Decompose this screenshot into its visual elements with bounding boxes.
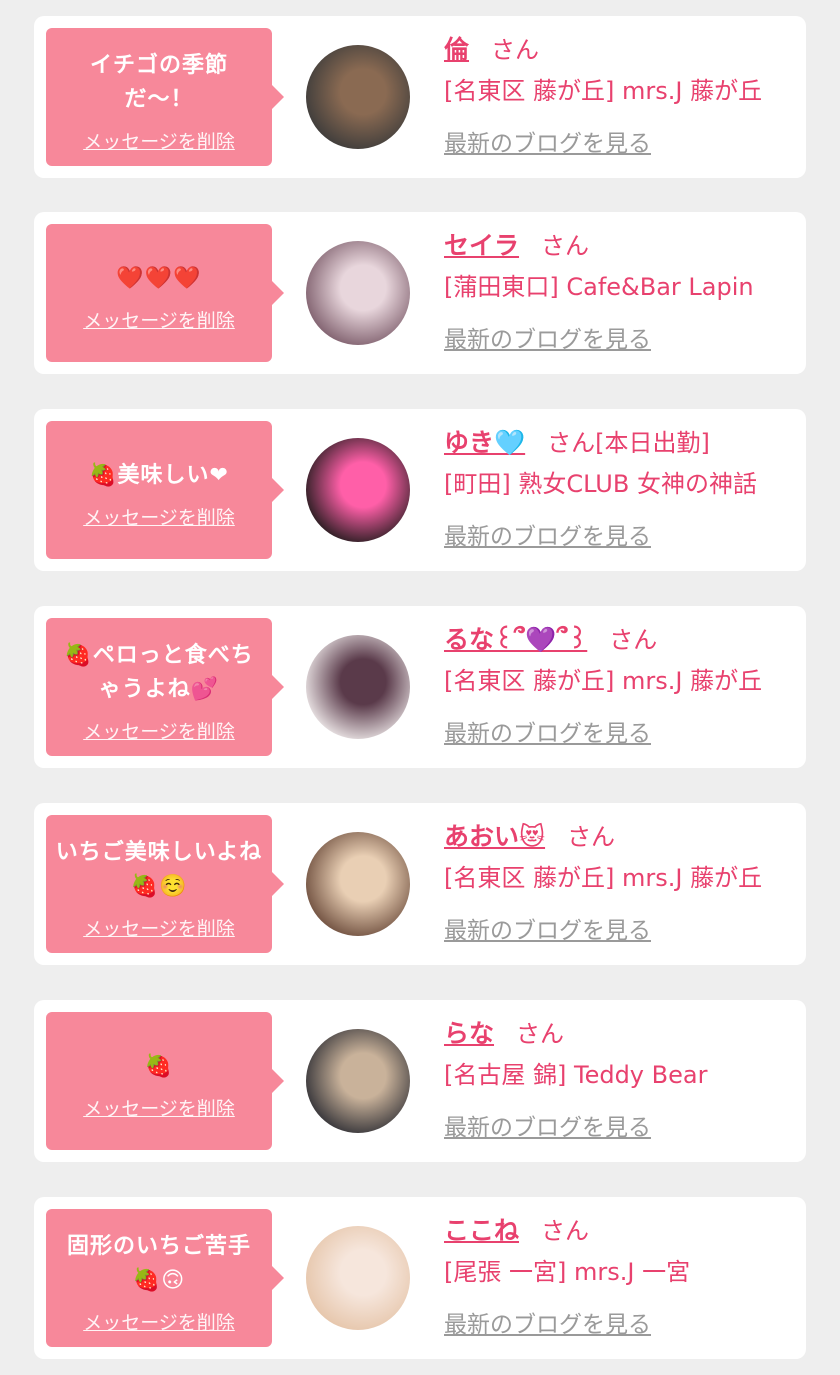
shop-name: [蒲田東口] Cafe&Bar Lapin bbox=[444, 273, 754, 301]
message-card: 固形のいちご苦手🍓🙃 メッセージを削除 ここね さん [尾張 一宮] mrs.J … bbox=[34, 1197, 806, 1359]
honorific: さん bbox=[491, 36, 540, 64]
message-card: 🍓 メッセージを削除 らな さん [名古屋 錦] Teddy Bear 最新のブロ… bbox=[34, 1000, 806, 1162]
message-bubble: ❤️❤️❤️ メッセージを削除 bbox=[46, 224, 284, 362]
latest-blog-link[interactable]: 最新のブログを見る bbox=[444, 1305, 651, 1339]
avatar[interactable] bbox=[306, 635, 410, 739]
message-card: イチゴの季節だ〜！ メッセージを削除 倫さん [名東区 藤が丘] mrs.J 藤… bbox=[34, 16, 806, 178]
delete-message-link[interactable]: メッセージを削除 bbox=[83, 914, 235, 941]
latest-blog-link[interactable]: 最新のブログを見る bbox=[444, 714, 651, 748]
delete-message-link[interactable]: メッセージを削除 bbox=[83, 306, 235, 333]
message-text: イチゴの季節だ〜！ bbox=[89, 52, 228, 112]
shop-name: [名東区 藤が丘] mrs.J 藤が丘 bbox=[444, 667, 763, 695]
message-card: 🍓美味しい❤ メッセージを削除 ゆき🩵 さん[本日出勤] [町田] 熟女CLUB … bbox=[34, 409, 806, 571]
cast-name-link[interactable]: ここね bbox=[444, 1216, 519, 1245]
message-bubble: 固形のいちご苦手🍓🙃 メッセージを削除 bbox=[46, 1209, 284, 1347]
cast-name-link[interactable]: るな꒰՞💜՞꒱ bbox=[444, 625, 587, 654]
message-text: ❤️❤️❤️ bbox=[116, 265, 202, 291]
honorific: さん[本日出勤] bbox=[547, 429, 710, 457]
message-bubble: いちご美味しいよね🍓☺️ メッセージを削除 bbox=[46, 815, 284, 953]
message-text: 固形のいちご苦手🍓🙃 bbox=[66, 1233, 251, 1293]
honorific: さん bbox=[541, 232, 590, 260]
avatar[interactable] bbox=[306, 1226, 410, 1330]
shop-name: [町田] 熟女CLUB 女神の神話 bbox=[444, 470, 757, 498]
latest-blog-link[interactable]: 最新のブログを見る bbox=[444, 1108, 651, 1142]
delete-message-link[interactable]: メッセージを削除 bbox=[83, 1094, 235, 1121]
message-bubble: 🍓美味しい❤ メッセージを削除 bbox=[46, 421, 284, 559]
delete-message-link[interactable]: メッセージを削除 bbox=[83, 717, 235, 744]
message-bubble: 🍓ペロっと食べちゃうよね💕 メッセージを削除 bbox=[46, 618, 284, 756]
cast-name-link[interactable]: セイラ bbox=[444, 231, 519, 260]
delete-message-link[interactable]: メッセージを削除 bbox=[83, 1308, 235, 1335]
honorific: さん bbox=[516, 1020, 565, 1048]
cast-name-link[interactable]: らな bbox=[444, 1019, 494, 1048]
latest-blog-link[interactable]: 最新のブログを見る bbox=[444, 911, 651, 945]
avatar[interactable] bbox=[306, 45, 410, 149]
shop-name: [名古屋 錦] Teddy Bear bbox=[444, 1061, 708, 1089]
message-text: いちご美味しいよね🍓☺️ bbox=[55, 839, 263, 899]
cast-name-link[interactable]: あおい😻 bbox=[444, 822, 545, 851]
shop-name: [名東区 藤が丘] mrs.J 藤が丘 bbox=[444, 77, 763, 105]
latest-blog-link[interactable]: 最新のブログを見る bbox=[444, 517, 651, 551]
message-card: 🍓ペロっと食べちゃうよね💕 メッセージを削除 るな꒰՞💜՞꒱ さん [名東区 藤が… bbox=[34, 606, 806, 768]
delete-message-link[interactable]: メッセージを削除 bbox=[83, 127, 235, 154]
message-text: 🍓美味しい❤ bbox=[89, 462, 229, 488]
avatar[interactable] bbox=[306, 1029, 410, 1133]
avatar[interactable] bbox=[306, 832, 410, 936]
message-card: いちご美味しいよね🍓☺️ メッセージを削除 あおい😻 さん [名東区 藤が丘] m… bbox=[34, 803, 806, 965]
message-text: 🍓 bbox=[144, 1053, 174, 1079]
cast-name-link[interactable]: 倫 bbox=[444, 35, 469, 64]
delete-message-link[interactable]: メッセージを削除 bbox=[83, 503, 235, 530]
latest-blog-link[interactable]: 最新のブログを見る bbox=[444, 124, 651, 158]
message-bubble: イチゴの季節だ〜！ メッセージを削除 bbox=[46, 28, 284, 166]
message-bubble: 🍓 メッセージを削除 bbox=[46, 1012, 284, 1150]
message-card: ❤️❤️❤️ メッセージを削除 セイラ さん [蒲田東口] Cafe&Bar La… bbox=[34, 212, 806, 374]
honorific: さん bbox=[609, 626, 658, 654]
avatar[interactable] bbox=[306, 241, 410, 345]
honorific: さん bbox=[541, 1217, 590, 1245]
avatar[interactable] bbox=[306, 438, 410, 542]
cast-name-link[interactable]: ゆき🩵 bbox=[444, 428, 525, 457]
latest-blog-link[interactable]: 最新のブログを見る bbox=[444, 320, 651, 354]
message-list: イチゴの季節だ〜！ メッセージを削除 倫さん [名東区 藤が丘] mrs.J 藤… bbox=[0, 0, 840, 1375]
message-text: 🍓ペロっと食べちゃうよね💕 bbox=[64, 642, 254, 702]
honorific: さん bbox=[567, 823, 616, 851]
shop-name: [名東区 藤が丘] mrs.J 藤が丘 bbox=[444, 864, 763, 892]
shop-name: [尾張 一宮] mrs.J 一宮 bbox=[444, 1258, 691, 1286]
